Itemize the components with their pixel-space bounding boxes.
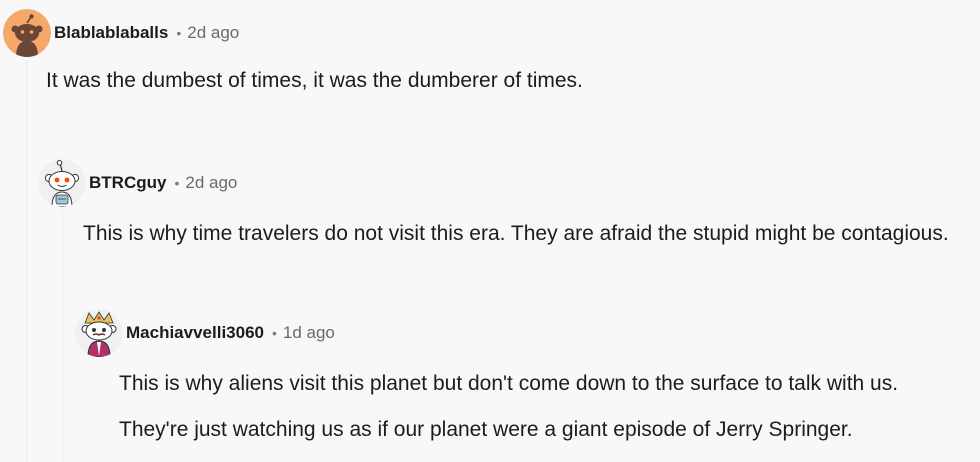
comment: Machiavvelli3060 • 1d ago This is why al… [75,309,898,443]
snoo-avatar-default-icon[interactable] [38,159,86,207]
username[interactable]: Machiavvelli3060 [126,323,264,343]
comment-header: Machiavvelli3060 • 1d ago [75,309,898,357]
meta-separator: • [271,325,277,341]
comment-thread: Blablablaballs • 2d ago It was the dumbe… [0,0,980,462]
timestamp[interactable]: 2d ago [187,23,239,43]
comment: Blablablaballs • 2d ago It was the dumbe… [3,9,583,94]
meta-separator: • [174,175,180,191]
comment-text: This is why aliens visit this planet but… [119,372,899,395]
comment-text: It was the dumbest of times, it was the … [46,69,583,92]
comment-header: BTRCguy • 2d ago [38,159,949,207]
comment-body: This is why time travelers do not visit … [83,221,949,247]
comment-body: It was the dumbest of times, it was the … [46,68,583,94]
timestamp[interactable]: 2d ago [185,173,237,193]
username[interactable]: BTRCguy [89,173,166,193]
thread-line[interactable] [26,60,27,462]
comment-header: Blablablaballs • 2d ago [3,9,583,57]
snoo-avatar-costume-icon[interactable] [75,309,123,357]
comment-body: This is why aliens visit this planet but… [119,371,898,443]
thread-line[interactable] [62,210,63,462]
meta-separator: • [176,25,182,41]
snoo-avatar-orange-icon[interactable] [3,9,51,57]
comment-text: They're just watching us as if our plane… [119,418,853,441]
username[interactable]: Blablablaballs [54,23,168,43]
comment-text: This is why time travelers do not visit … [83,222,949,245]
timestamp[interactable]: 1d ago [283,323,335,343]
comment: BTRCguy • 2d ago This is why time travel… [38,159,949,247]
